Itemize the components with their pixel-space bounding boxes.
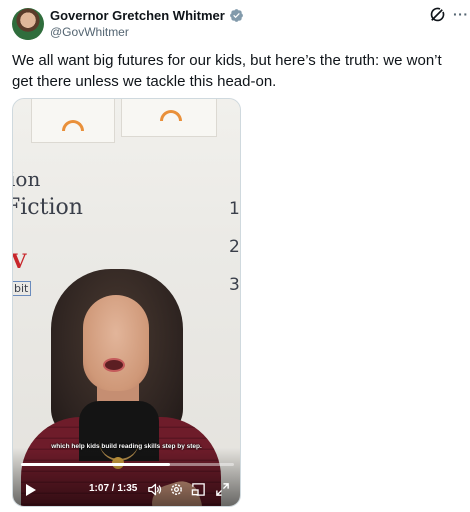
progress-fill: [21, 463, 171, 466]
tweet-header: Governor Gretchen Whitmer @GovWhitmer ··…: [12, 6, 468, 42]
verified-badge-icon: [229, 9, 243, 22]
wall-paper: [31, 99, 115, 143]
board-number: 3: [229, 275, 240, 295]
handle[interactable]: @GovWhitmer: [50, 25, 129, 39]
tweet-text: We all want big futures for our kids, bu…: [12, 52, 442, 90]
display-name[interactable]: Governor Gretchen Whitmer: [50, 8, 225, 23]
video-player[interactable]: ion Fiction V bit 1 2 3 which help kids …: [12, 98, 241, 507]
volume-icon[interactable]: [147, 482, 162, 497]
time-display: 1:07 / 1:35: [89, 483, 138, 494]
wall-paper: [121, 99, 217, 137]
board-text-small: bit: [13, 281, 32, 296]
board-number: 1: [229, 199, 240, 219]
fullscreen-icon[interactable]: [215, 482, 230, 497]
more-options-icon[interactable]: ···: [453, 6, 469, 22]
board-text-side: V: [12, 249, 27, 273]
avatar[interactable]: [12, 8, 44, 40]
board-text-line2: Fiction: [12, 195, 83, 220]
person-face: [83, 295, 149, 391]
board-text-line1: ion: [12, 167, 41, 191]
board-number: 2: [229, 237, 240, 257]
pip-icon[interactable]: [191, 482, 206, 497]
play-icon[interactable]: [25, 483, 37, 497]
person-mouth: [103, 358, 125, 372]
progress-bar[interactable]: [21, 463, 234, 466]
controls-overlay: [13, 448, 240, 506]
video-caption: which help kids build reading skills ste…: [51, 443, 202, 450]
settings-icon[interactable]: [169, 482, 184, 497]
grok-icon[interactable]: [428, 6, 446, 24]
name-row: Governor Gretchen Whitmer: [50, 8, 244, 23]
